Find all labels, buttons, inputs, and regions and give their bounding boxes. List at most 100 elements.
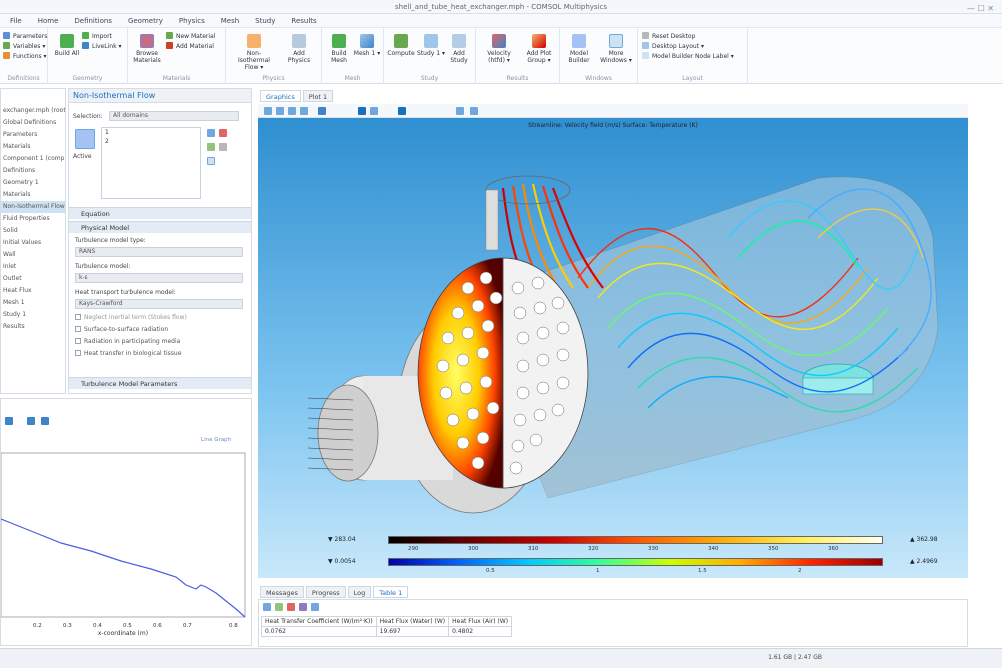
zoom-in-icon[interactable] bbox=[264, 107, 272, 115]
table-copy-icon[interactable] bbox=[311, 603, 319, 611]
tree-item[interactable]: Study 1 bbox=[1, 309, 65, 321]
tree-item[interactable]: Parameters bbox=[1, 129, 65, 141]
study1-button[interactable]: Study 1 ▾ bbox=[416, 34, 446, 57]
section-equation[interactable]: Equation bbox=[69, 207, 251, 219]
zoom-box-icon[interactable] bbox=[288, 107, 296, 115]
bio-tissue-checkbox[interactable]: Heat transfer in biological tissue bbox=[75, 349, 181, 359]
view-icon[interactable] bbox=[318, 107, 326, 115]
turbulence-type-dropdown[interactable]: RANS bbox=[75, 247, 243, 257]
table-cell: 0.4802 bbox=[448, 626, 513, 637]
remove-selection-icon[interactable] bbox=[219, 129, 227, 137]
functions-button[interactable]: Functions ▾ bbox=[3, 52, 47, 61]
import-button[interactable]: Import bbox=[82, 32, 112, 41]
add-plot-group-button[interactable]: Add Plot Group ▾ bbox=[520, 34, 558, 64]
list-item[interactable]: 1 bbox=[102, 128, 200, 137]
build-mesh-button[interactable]: Build Mesh bbox=[324, 34, 354, 64]
tab-home[interactable]: Home bbox=[32, 14, 65, 27]
reset-desktop-button[interactable]: Reset Desktop bbox=[642, 32, 695, 41]
nonisothermal-flow-button[interactable]: Non-Isothermal Flow ▾ bbox=[232, 34, 276, 71]
tree-item[interactable]: Inlet bbox=[1, 261, 65, 273]
tree-item-selected[interactable]: Non-Isothermal Flow (nitf) bbox=[1, 201, 65, 213]
variables-button[interactable]: Variables ▾ bbox=[3, 42, 45, 51]
selection-list[interactable]: 1 2 bbox=[101, 127, 201, 199]
compute-button[interactable]: Compute bbox=[386, 34, 416, 57]
tree-item[interactable]: Component 1 (comp1) bbox=[1, 153, 65, 165]
table-row[interactable]: 0.0762 19.697 0.4802 bbox=[261, 626, 513, 637]
tree-item[interactable]: Materials bbox=[1, 141, 65, 153]
table-clear-icon[interactable] bbox=[287, 603, 295, 611]
heat-transport-dropdown[interactable]: Kays-Crawford bbox=[75, 299, 243, 309]
parameters-button[interactable]: Parameters bbox=[3, 32, 47, 41]
section-turbulence-params[interactable]: Turbulence Model Parameters bbox=[69, 377, 251, 389]
participating-media-checkbox[interactable]: Radiation in participating media bbox=[75, 337, 180, 347]
zoom-box-icon[interactable] bbox=[41, 417, 49, 425]
copy-selection-icon[interactable] bbox=[207, 143, 215, 151]
zoom-extents-icon[interactable] bbox=[27, 417, 35, 425]
tab-file[interactable]: File bbox=[4, 14, 28, 27]
build-all-button[interactable]: Build All bbox=[52, 34, 82, 57]
tab-study[interactable]: Study bbox=[249, 14, 281, 27]
add-material-button[interactable]: Add Material bbox=[166, 42, 214, 51]
tree-item[interactable]: exchanger.mph (root) bbox=[1, 105, 65, 117]
windows-icon bbox=[609, 34, 623, 48]
print-icon[interactable] bbox=[470, 107, 478, 115]
tab-definitions[interactable]: Definitions bbox=[68, 14, 118, 27]
zoom-selection-icon[interactable] bbox=[207, 157, 215, 165]
add-physics-button[interactable]: Add Physics bbox=[284, 34, 314, 64]
add-study-button[interactable]: Add Study bbox=[444, 34, 474, 64]
neglect-inertial-checkbox[interactable]: Neglect inertial term (Stokes flow) bbox=[75, 313, 187, 323]
checkbox-icon bbox=[75, 350, 81, 356]
section-physical-model[interactable]: Physical Model bbox=[69, 221, 251, 233]
tree-item[interactable]: Materials bbox=[1, 189, 65, 201]
tree-item[interactable]: Heat Flux bbox=[1, 285, 65, 297]
tab-progress[interactable]: Progress bbox=[305, 586, 346, 598]
tree-item[interactable]: Wall bbox=[1, 249, 65, 261]
table-plot-icon[interactable] bbox=[299, 603, 307, 611]
tree-item[interactable]: Fluid Properties bbox=[1, 213, 65, 225]
graphics-canvas[interactable]: Streamline: Velocity field (m/s) Surface… bbox=[258, 118, 968, 578]
mesh1-button[interactable]: Mesh 1 ▾ bbox=[352, 34, 382, 57]
tab-messages[interactable]: Messages bbox=[260, 586, 304, 598]
clear-selection-icon[interactable] bbox=[219, 143, 227, 151]
tab-geometry[interactable]: Geometry bbox=[122, 14, 169, 27]
play-icon[interactable] bbox=[398, 107, 406, 115]
model-builder-button[interactable]: Model Builder bbox=[564, 34, 594, 64]
tree-item[interactable]: Outlet bbox=[1, 273, 65, 285]
tab-table1[interactable]: Table 1 bbox=[373, 586, 409, 598]
tab-log[interactable]: Log bbox=[347, 586, 372, 598]
tab-physics[interactable]: Physics bbox=[173, 14, 211, 27]
velocity-plot-button[interactable]: Velocity (htfd) ▾ bbox=[480, 34, 518, 64]
transparency-icon[interactable] bbox=[370, 107, 378, 115]
desktop-layout-button[interactable]: Desktop Layout ▾ bbox=[642, 42, 704, 51]
livelink-button[interactable]: LiveLink ▾ bbox=[82, 42, 121, 51]
tab-graphics[interactable]: Graphics bbox=[260, 90, 301, 102]
node-label-button[interactable]: Model Builder Node Label ▾ bbox=[642, 52, 734, 61]
tab-mesh[interactable]: Mesh bbox=[215, 14, 245, 27]
turbulence-model-dropdown[interactable]: k-ε bbox=[75, 273, 243, 283]
checkbox-icon bbox=[75, 314, 81, 320]
tree-item[interactable]: Results bbox=[1, 321, 65, 333]
tree-item[interactable]: Initial Values bbox=[1, 237, 65, 249]
tree-item[interactable]: Global Definitions bbox=[1, 117, 65, 129]
more-windows-button[interactable]: More Windows ▾ bbox=[598, 34, 634, 64]
add-selection-icon[interactable] bbox=[207, 129, 215, 137]
list-item[interactable]: 2 bbox=[102, 137, 200, 146]
select-icon[interactable] bbox=[358, 107, 366, 115]
tree-item[interactable]: Solid bbox=[1, 225, 65, 237]
browse-materials-button[interactable]: Browse Materials bbox=[132, 34, 162, 64]
tab-plot1[interactable]: Plot 1 bbox=[302, 90, 334, 102]
new-material-button[interactable]: New Material bbox=[166, 32, 215, 41]
s2s-radiation-checkbox[interactable]: Surface-to-surface radiation bbox=[75, 325, 168, 335]
table-toolbar-icon[interactable] bbox=[263, 603, 271, 611]
tree-item[interactable]: Mesh 1 bbox=[1, 297, 65, 309]
plot-toolbar-icon[interactable] bbox=[5, 417, 13, 425]
selection-dropdown[interactable]: All domains bbox=[109, 111, 239, 121]
tab-results[interactable]: Results bbox=[285, 14, 322, 27]
zoom-out-icon[interactable] bbox=[276, 107, 284, 115]
table-export-icon[interactable] bbox=[275, 603, 283, 611]
active-selection-icon[interactable] bbox=[75, 129, 95, 149]
tree-item[interactable]: Geometry 1 bbox=[1, 177, 65, 189]
camera-icon[interactable] bbox=[456, 107, 464, 115]
tree-item[interactable]: Definitions bbox=[1, 165, 65, 177]
zoom-extents-icon[interactable] bbox=[300, 107, 308, 115]
